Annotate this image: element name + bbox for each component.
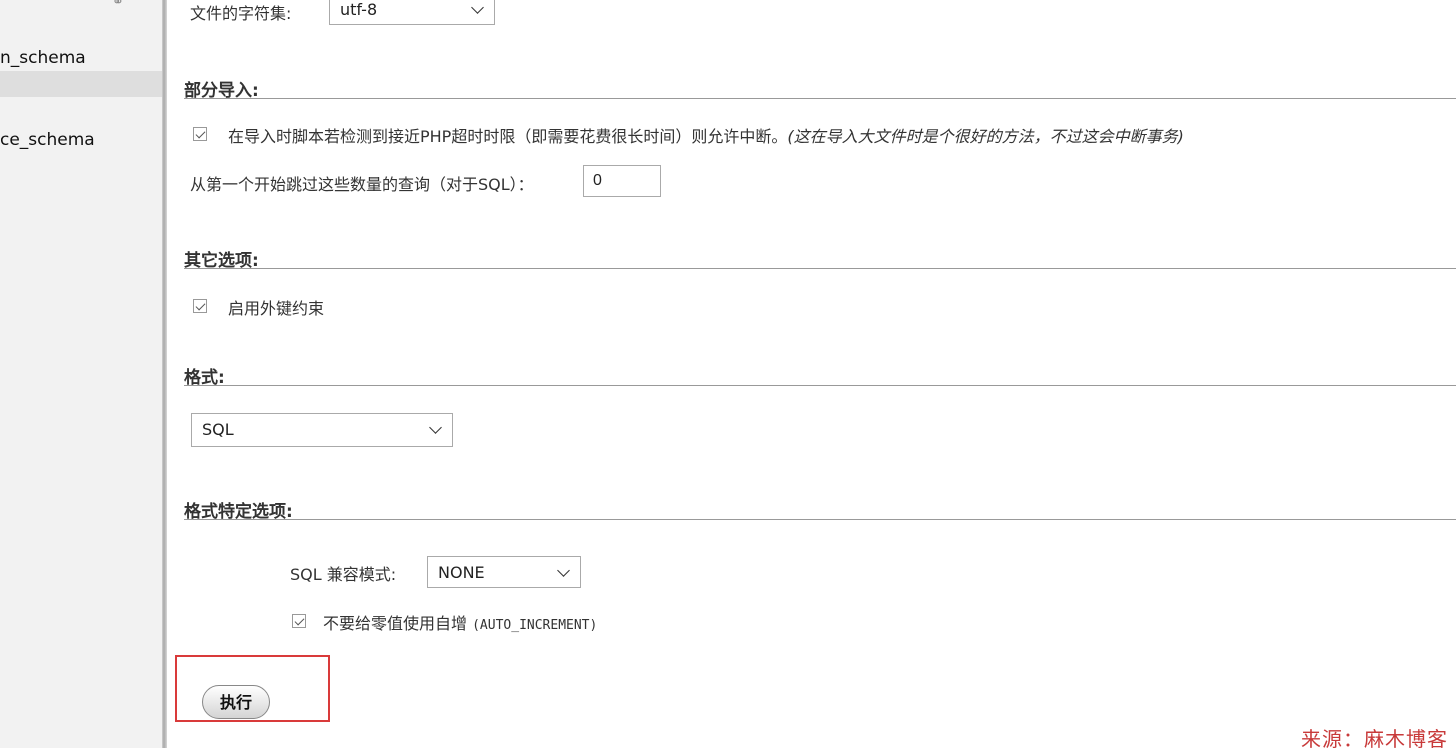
skip-queries-label: 从第一个开始跳过这些数量的查询（对于SQL）：	[190, 175, 534, 194]
go-button[interactable]: 执行	[202, 685, 270, 719]
chevron-down-icon	[557, 564, 570, 577]
sidebar-selected-row[interactable]	[0, 71, 162, 97]
no-auto-value-checkbox[interactable]	[292, 614, 306, 628]
section-divider	[184, 385, 1456, 386]
no-auto-value-label: 不要给零值使用自增 (AUTO_INCREMENT)	[323, 610, 597, 634]
charset-label: 文件的字符集:	[190, 4, 292, 23]
foreign-keys-label: 启用外键约束	[228, 299, 325, 318]
allow-interrupt-hint: (这在导入大文件时是个很好的方法，不过这会中断事务)	[787, 127, 1184, 146]
sidebar-resize-handle[interactable]	[162, 0, 167, 748]
sql-compat-select[interactable]: NONE	[427, 556, 581, 588]
sidebar-item-database[interactable]: ce_schema	[0, 130, 95, 150]
section-divider	[184, 98, 1456, 99]
navigation-sidebar: ⚭ n_schema ce_schema	[0, 0, 162, 748]
sql-compat-label: SQL 兼容模式:	[290, 565, 397, 584]
format-select-value: SQL	[202, 420, 234, 439]
auto-increment-code: (AUTO_INCREMENT)	[472, 618, 598, 633]
charset-select[interactable]: utf-8	[329, 0, 495, 25]
link-icon[interactable]: ⚭	[112, 0, 130, 10]
sidebar-item-database[interactable]: n_schema	[0, 48, 86, 68]
section-divider	[184, 519, 1456, 520]
sql-compat-value: NONE	[438, 563, 485, 582]
section-divider	[184, 268, 1456, 269]
skip-queries-input[interactable]	[583, 165, 661, 197]
no-auto-value-text: 不要给零值使用自增	[323, 614, 468, 633]
charset-select-value: utf-8	[340, 0, 378, 19]
allow-interrupt-checkbox[interactable]	[193, 127, 207, 141]
chevron-down-icon	[471, 1, 484, 14]
foreign-keys-checkbox[interactable]	[193, 299, 207, 313]
chevron-down-icon	[429, 421, 442, 434]
format-select[interactable]: SQL	[191, 413, 453, 447]
allow-interrupt-label: 在导入时脚本若检测到接近PHP超时时限（即需要花费很长时间）则允许中断。(这在导…	[228, 123, 1184, 147]
allow-interrupt-text: 在导入时脚本若检测到接近PHP超时时限（即需要花费很长时间）则允许中断。	[228, 127, 788, 146]
